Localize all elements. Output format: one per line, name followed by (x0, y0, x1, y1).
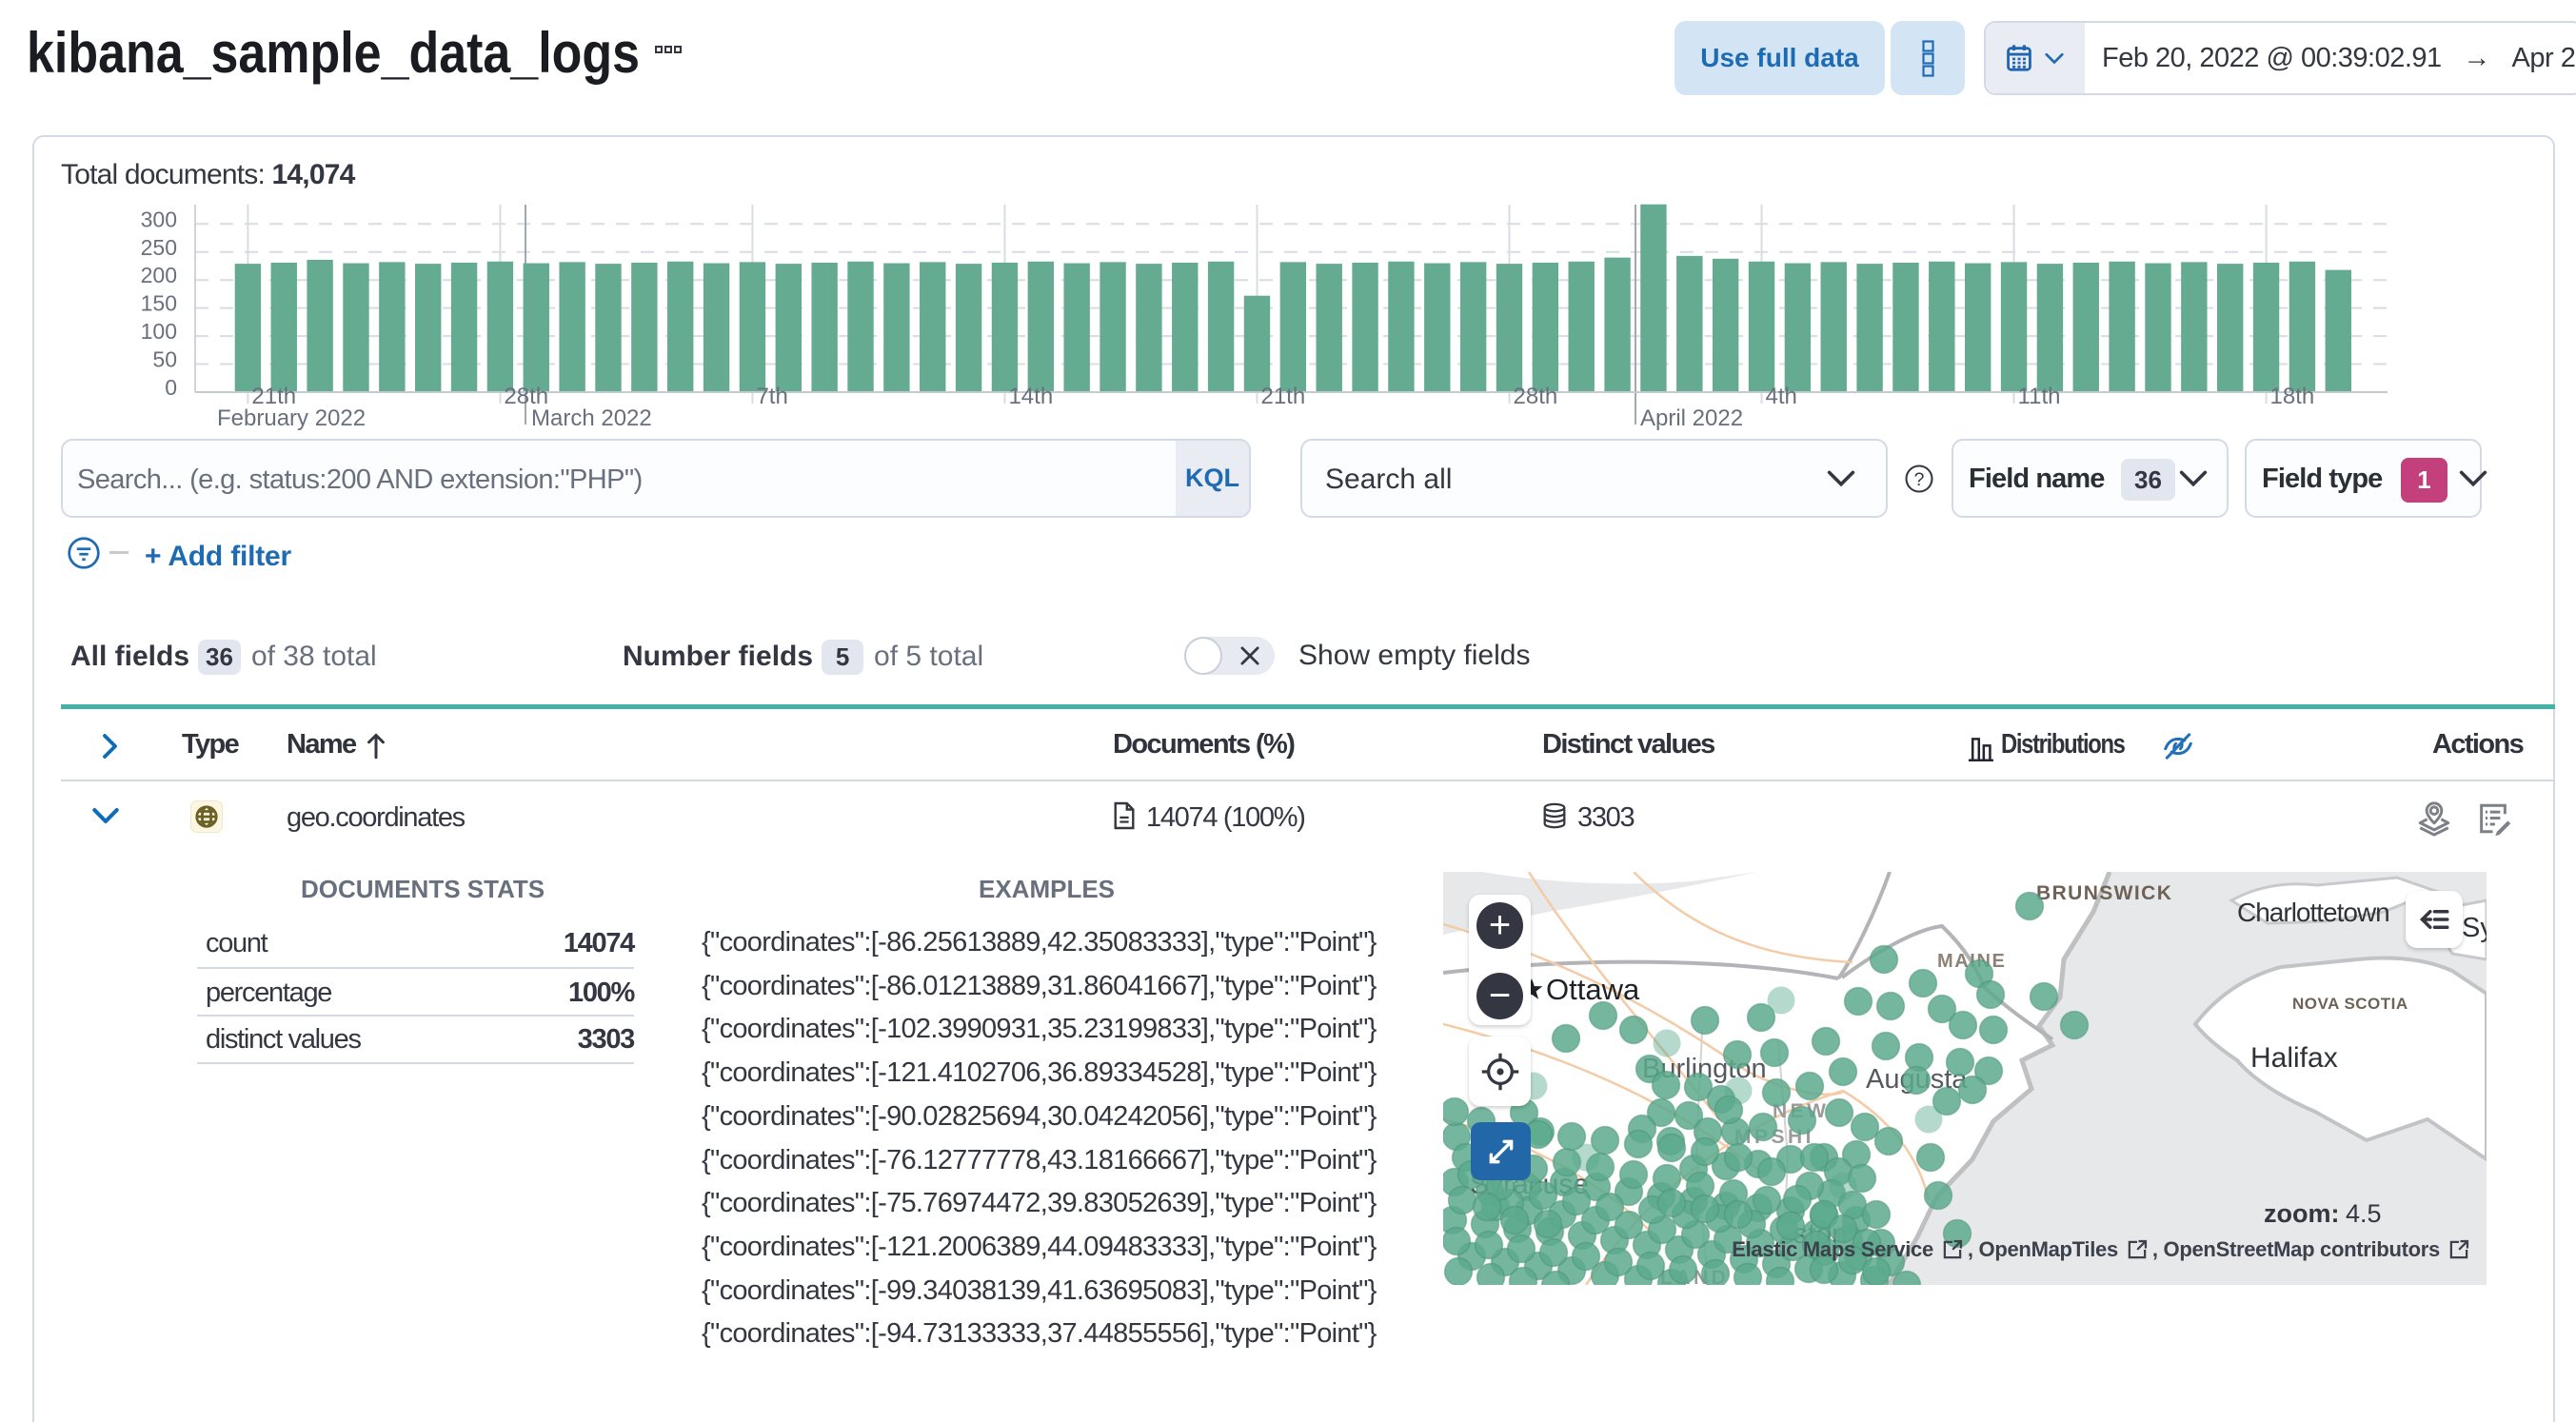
svg-text:April 2022: April 2022 (1640, 405, 1743, 431)
svg-text:Ottawa: Ottawa (1546, 973, 1640, 1006)
svg-text:March 2022: March 2022 (531, 405, 652, 431)
svg-text:18th: 18th (2270, 384, 2315, 409)
svg-text:?: ? (1914, 469, 1925, 490)
svg-text:300: 300 (141, 207, 177, 231)
svg-text:7th: 7th (756, 384, 787, 409)
svg-text:4th: 4th (1766, 384, 1797, 409)
svg-text:Halifax: Halifax (2250, 1042, 2338, 1074)
svg-text:100: 100 (141, 319, 177, 344)
svg-text:Charlottetown: Charlottetown (2237, 898, 2389, 927)
svg-text:11th: 11th (2018, 384, 2061, 409)
svg-text:28th: 28th (1514, 384, 1558, 409)
svg-text:21th: 21th (1260, 384, 1305, 409)
svg-text:250: 250 (141, 235, 177, 260)
svg-text:Sy: Sy (2462, 913, 2487, 943)
svg-text:NOVA SCOTIA: NOVA SCOTIA (2292, 995, 2408, 1013)
svg-text:200: 200 (141, 263, 177, 287)
svg-text:4.5: 4.5 (2346, 1199, 2382, 1228)
svg-text:14th: 14th (1008, 384, 1053, 409)
svg-text:zoom:: zoom: (2264, 1199, 2339, 1228)
svg-text:BRUNSWICK: BRUNSWICK (2036, 882, 2172, 904)
svg-text:150: 150 (141, 291, 177, 316)
svg-text:0: 0 (165, 375, 177, 400)
svg-text:50: 50 (152, 347, 177, 372)
svg-text:February 2022: February 2022 (217, 405, 366, 431)
